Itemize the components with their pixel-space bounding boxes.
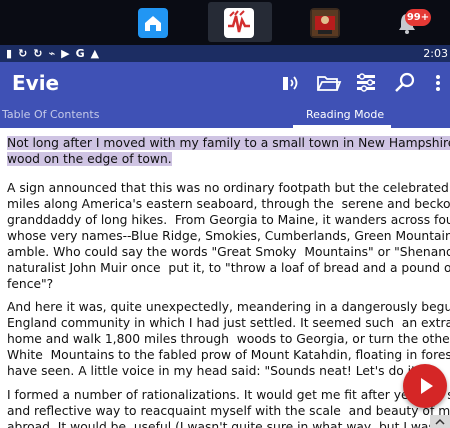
taskbar-app-home[interactable] [122,2,186,42]
g-icon: G [75,47,85,60]
settings-list-icon[interactable] [352,69,380,97]
text-line: A sign announced that this was no ordina… [7,181,450,195]
tab-table-of-contents[interactable]: Table Of Contents [2,108,99,122]
text-line: granddaddy of long hikes. From Georgia t… [7,213,450,227]
highlighted-line: wood on the edge of town. [7,152,172,166]
paragraph: A sign announced that this was no ordina… [7,180,450,292]
search-icon[interactable] [391,69,419,97]
tab-reading-mode[interactable]: Reading Mode [306,108,384,122]
text-line: amble. Who could say the words "Great Sm… [7,245,450,259]
status-time: 2:03 [423,47,448,60]
sync-icon: ↻ [18,47,28,60]
reader-content[interactable]: Not long after I moved with my family to… [0,128,450,428]
tab-bar: Table Of Contents Reading Mode [0,104,450,128]
text-line: White Mountains to the fabled prow of Mo… [7,348,450,362]
play-button[interactable] [403,364,447,408]
text-line: I formed a number of rationalizations. I… [7,388,450,402]
notification-badge: 99+ [405,9,431,26]
play-icon [421,378,433,394]
taskbar: 99+ [0,0,450,45]
sync-icon: ↻ [33,47,43,60]
folder-icon[interactable] [314,69,342,97]
text-line: have seen. A little voice in my head sai… [7,364,427,378]
sd-card-icon: ▮ [6,47,13,60]
warning-icon: ▲ [90,47,100,60]
app-title: Evie [12,71,60,95]
text-to-speech-icon[interactable] [276,69,304,97]
paragraph: And here it was, quite unexpectedly, mea… [7,299,450,379]
text-line: naturalist John Muir once put it, to "th… [7,261,450,275]
text-line: fence"? [7,277,54,291]
play-icon: ▶ [61,47,70,60]
taskbar-app-evie[interactable] [208,2,272,42]
usb-icon: ⌁ [48,47,56,60]
scroll-up-icon[interactable] [430,415,450,428]
text-line: home and walk 1,800 miles through woods … [7,332,450,346]
app-bar: Evie [0,62,450,104]
status-bar: ▮ ↻ ↻ ⌁ ▶ G ▲ 2:03 [0,45,450,62]
text-line: whose very names--Blue Ridge, Smokies, C… [7,229,450,243]
text-line: England community in which I had just se… [7,316,450,330]
paragraph: I formed a number of rationalizations. I… [7,387,450,428]
game-app-icon [310,8,340,38]
text-line: And here it was, quite unexpectedly, mea… [7,300,450,314]
home-screen-icon [138,8,168,38]
text-line: and reflective way to reacquaint myself … [7,404,450,418]
text-line: abroad. It would be useful (I wasn't qui… [7,420,450,428]
text-line: miles along America's eastern seaboard, … [7,197,450,211]
paragraph: Not long after I moved with my family to… [7,135,450,167]
taskbar-app-game[interactable] [294,2,358,42]
evie-app-icon [224,8,254,38]
highlighted-line: Not long after I moved with my family to… [7,136,450,150]
more-vert-icon[interactable] [424,69,446,97]
